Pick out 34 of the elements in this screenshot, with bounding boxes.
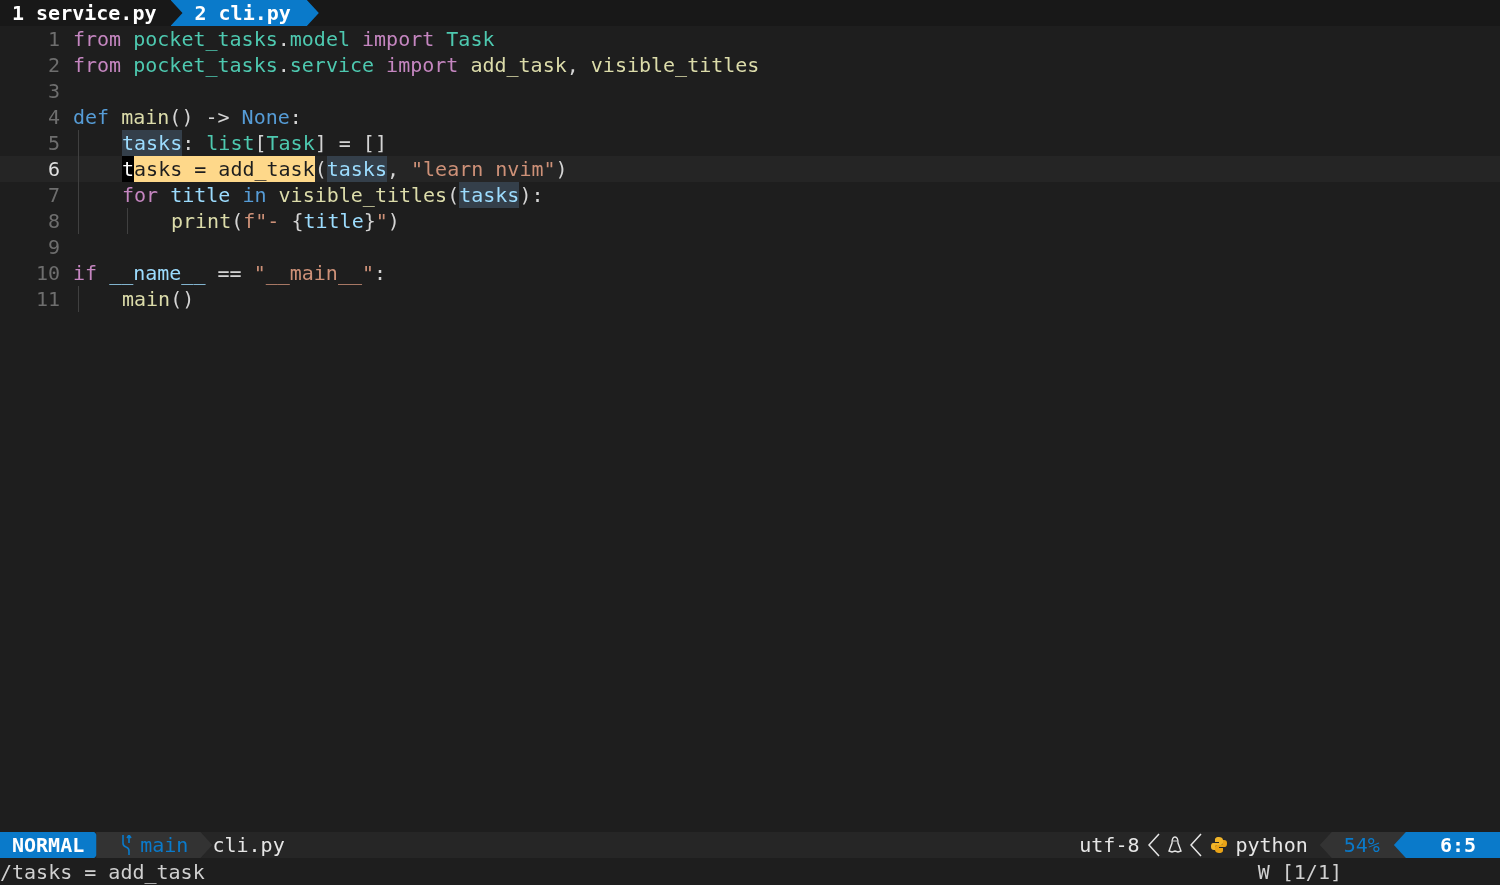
- code-line: tasks = add_task(tasks, "learn nvim"): [122, 156, 568, 182]
- code-line: for title in visible_titles(tasks):: [122, 182, 544, 208]
- code-line: if __name__ == "__main__":: [73, 260, 387, 286]
- code-line: tasks: list[Task] = []: [122, 130, 387, 156]
- line-number: 8: [46, 209, 61, 233]
- code-line: main(): [122, 286, 195, 312]
- line-number: 6: [46, 157, 61, 181]
- search-count: W [1/1]: [1257, 859, 1342, 884]
- file-name: cli.py: [212, 832, 285, 858]
- cursor-position: 6:5: [1393, 832, 1500, 858]
- tab[interactable]: 2 cli.py: [170, 0, 319, 26]
- branch-name: main: [140, 833, 189, 857]
- line-number: 9: [46, 235, 61, 259]
- command-line[interactable]: /tasks = add_task: [0, 859, 1258, 884]
- code-line: from pocket_tasks.model import Task: [73, 26, 495, 52]
- line-number: 7: [46, 183, 61, 207]
- tab[interactable]: 1 service.py: [0, 0, 171, 26]
- penguin-icon: [1167, 836, 1182, 854]
- file-type: python: [1235, 833, 1308, 857]
- git-branch-icon: [120, 835, 133, 855]
- code-line: from pocket_tasks.service import add_task, visible_titles: [73, 52, 760, 78]
- file-encoding: utf-8: [1079, 833, 1140, 857]
- separator-icon: [1147, 833, 1160, 857]
- line-number: 3: [46, 79, 61, 103]
- line-number: 11: [34, 287, 61, 311]
- python-icon: [1209, 836, 1228, 854]
- code-line: def main() -> None:: [73, 104, 302, 130]
- separator-icon: [1189, 833, 1202, 857]
- line-number: 10: [34, 261, 61, 285]
- code-line: print(f"- {title}"): [171, 208, 400, 234]
- line-number: 2: [46, 53, 61, 77]
- line-number: 5: [46, 131, 61, 155]
- line-number: 1: [46, 27, 61, 51]
- line-number: 4: [46, 105, 61, 129]
